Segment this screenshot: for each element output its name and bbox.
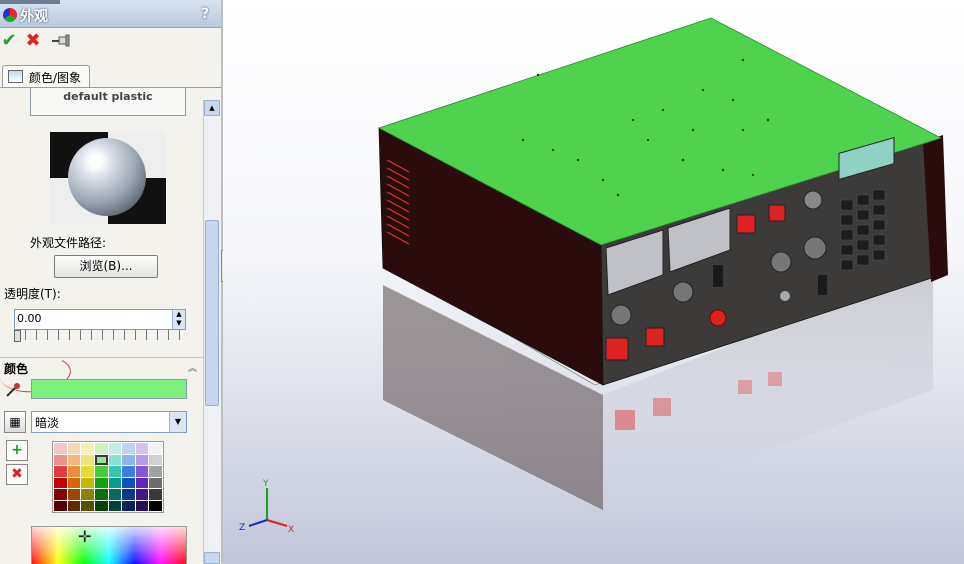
palette-select[interactable]: 暗淡 ▼ — [31, 411, 187, 433]
transparency-value: 0.00 — [17, 312, 42, 325]
palette-swatch[interactable] — [81, 443, 94, 454]
palette-swatch[interactable] — [149, 454, 162, 465]
palette-swatch[interactable] — [122, 489, 135, 500]
color-palette-grid — [52, 441, 164, 513]
browse-button[interactable]: 浏览(B)... — [54, 255, 158, 278]
pin-icon[interactable] — [50, 31, 72, 51]
appearance-name: default plastic — [63, 90, 153, 103]
palette-swatch[interactable] — [81, 500, 94, 511]
palette-swatch[interactable] — [94, 500, 108, 511]
panel-top-strip — [0, 0, 60, 4]
transparency-slider-thumb[interactable] — [14, 330, 21, 342]
help-icon[interactable]: ? — [201, 6, 209, 22]
palette-swatch[interactable] — [67, 500, 81, 511]
palette-swatch[interactable] — [94, 489, 108, 500]
transparency-slider[interactable] — [14, 330, 186, 340]
remove-color-icon[interactable]: ✖ — [6, 464, 28, 485]
tab-color-pattern[interactable]: 颜色/图象 — [2, 65, 90, 88]
transparency-input[interactable]: 0.00 ▲ ▼ — [14, 309, 186, 330]
scroll-up-button[interactable]: ▲ — [204, 100, 220, 116]
color-spectrum[interactable]: ✛ — [31, 526, 187, 564]
ok-icon[interactable]: ✔ — [0, 31, 18, 51]
palette-swatch[interactable] — [67, 489, 81, 500]
palette-swatch[interactable] — [135, 477, 149, 488]
palette-swatch[interactable] — [81, 489, 94, 500]
palette-icon[interactable]: ▦ — [4, 411, 26, 433]
cad-model[interactable] — [223, 0, 964, 564]
palette-swatch[interactable] — [108, 489, 122, 500]
triad-z-label: Z — [239, 523, 245, 533]
palette-swatch[interactable] — [122, 477, 135, 488]
palette-swatch[interactable] — [94, 454, 108, 465]
preview-sphere — [68, 138, 146, 216]
palette-swatch[interactable] — [108, 454, 122, 465]
palette-swatch[interactable] — [94, 443, 108, 454]
tab-label: 颜色/图象 — [29, 71, 82, 85]
palette-swatch[interactable] — [54, 454, 67, 465]
scroll-down-button[interactable] — [204, 552, 220, 564]
palette-swatch[interactable] — [108, 477, 122, 488]
palette-swatch[interactable] — [135, 489, 149, 500]
palette-swatch[interactable] — [81, 454, 94, 465]
transparency-spinner[interactable]: ▲ ▼ — [172, 310, 185, 329]
palette-swatch[interactable] — [67, 466, 81, 477]
palette-swatch[interactable] — [149, 489, 162, 500]
palette-swatch[interactable] — [54, 477, 67, 488]
appearance-path-label: 外观文件路径: — [30, 236, 107, 250]
palette-swatch[interactable] — [135, 466, 149, 477]
palette-swatch[interactable] — [54, 500, 67, 511]
palette-swatch[interactable] — [94, 466, 108, 477]
palette-swatch[interactable] — [135, 454, 149, 465]
tab-image-icon — [8, 70, 23, 83]
palette-swatch[interactable] — [54, 443, 67, 454]
panel-scroll-area: default plastic 外观文件路径: 浏览(B)... 透明度(T):… — [0, 88, 203, 564]
cancel-icon[interactable]: ✖ — [24, 31, 42, 51]
panel-scrollbar[interactable]: ▲ — [203, 100, 221, 564]
palette-swatch[interactable] — [122, 454, 135, 465]
spectrum-fade — [32, 527, 186, 564]
palette-swatch[interactable] — [108, 500, 122, 511]
palette-swatch[interactable] — [108, 466, 122, 477]
palette-swatch[interactable] — [149, 466, 162, 477]
palette-swatch[interactable] — [67, 443, 81, 454]
palette-swatch[interactable] — [149, 500, 162, 511]
palette-swatch[interactable] — [67, 477, 81, 488]
appearance-icon — [3, 8, 17, 22]
triad-x-label: X — [288, 525, 294, 535]
chevron-up-icon[interactable]: ︽ — [188, 361, 197, 374]
current-color-swatch[interactable] — [31, 379, 187, 399]
palette-swatch[interactable] — [122, 500, 135, 511]
appearance-preview-image — [50, 132, 166, 224]
palette-select-value: 暗淡 — [35, 416, 60, 430]
crosshair-icon: ✛ — [78, 527, 92, 546]
palette-swatch[interactable] — [108, 443, 122, 454]
palette-swatch[interactable] — [54, 466, 67, 477]
palette-swatch[interactable] — [67, 454, 81, 465]
palette-swatch[interactable] — [149, 443, 162, 454]
appearance-name-box: default plastic — [30, 88, 186, 116]
chevron-down-icon[interactable]: ▼ — [169, 412, 186, 432]
panel-title: 外观 — [20, 9, 48, 25]
appearance-property-panel: 外观 ? ✔ ✖ 颜色/图象 default plastic 外观文件路径: 浏… — [0, 0, 222, 564]
palette-swatch[interactable] — [135, 443, 149, 454]
eyedropper-icon[interactable] — [5, 382, 21, 398]
palette-swatch[interactable] — [149, 477, 162, 488]
palette-swatch[interactable] — [135, 500, 149, 511]
add-color-icon[interactable]: + — [6, 440, 28, 461]
palette-swatch[interactable] — [94, 477, 108, 488]
axis-triad: Y X Z — [239, 479, 294, 535]
palette-swatch[interactable] — [54, 489, 67, 500]
triad-y-label: Y — [262, 479, 269, 489]
panel-header: 外观 ? — [0, 0, 221, 28]
palette-swatch[interactable] — [122, 466, 135, 477]
palette-swatch[interactable] — [81, 477, 94, 488]
scroll-thumb[interactable] — [205, 220, 219, 406]
graphics-viewport[interactable]: Y X Z — [223, 0, 964, 564]
palette-swatch[interactable] — [81, 466, 94, 477]
transparency-label: 透明度(T): — [4, 287, 61, 301]
palette-swatch[interactable] — [122, 443, 135, 454]
